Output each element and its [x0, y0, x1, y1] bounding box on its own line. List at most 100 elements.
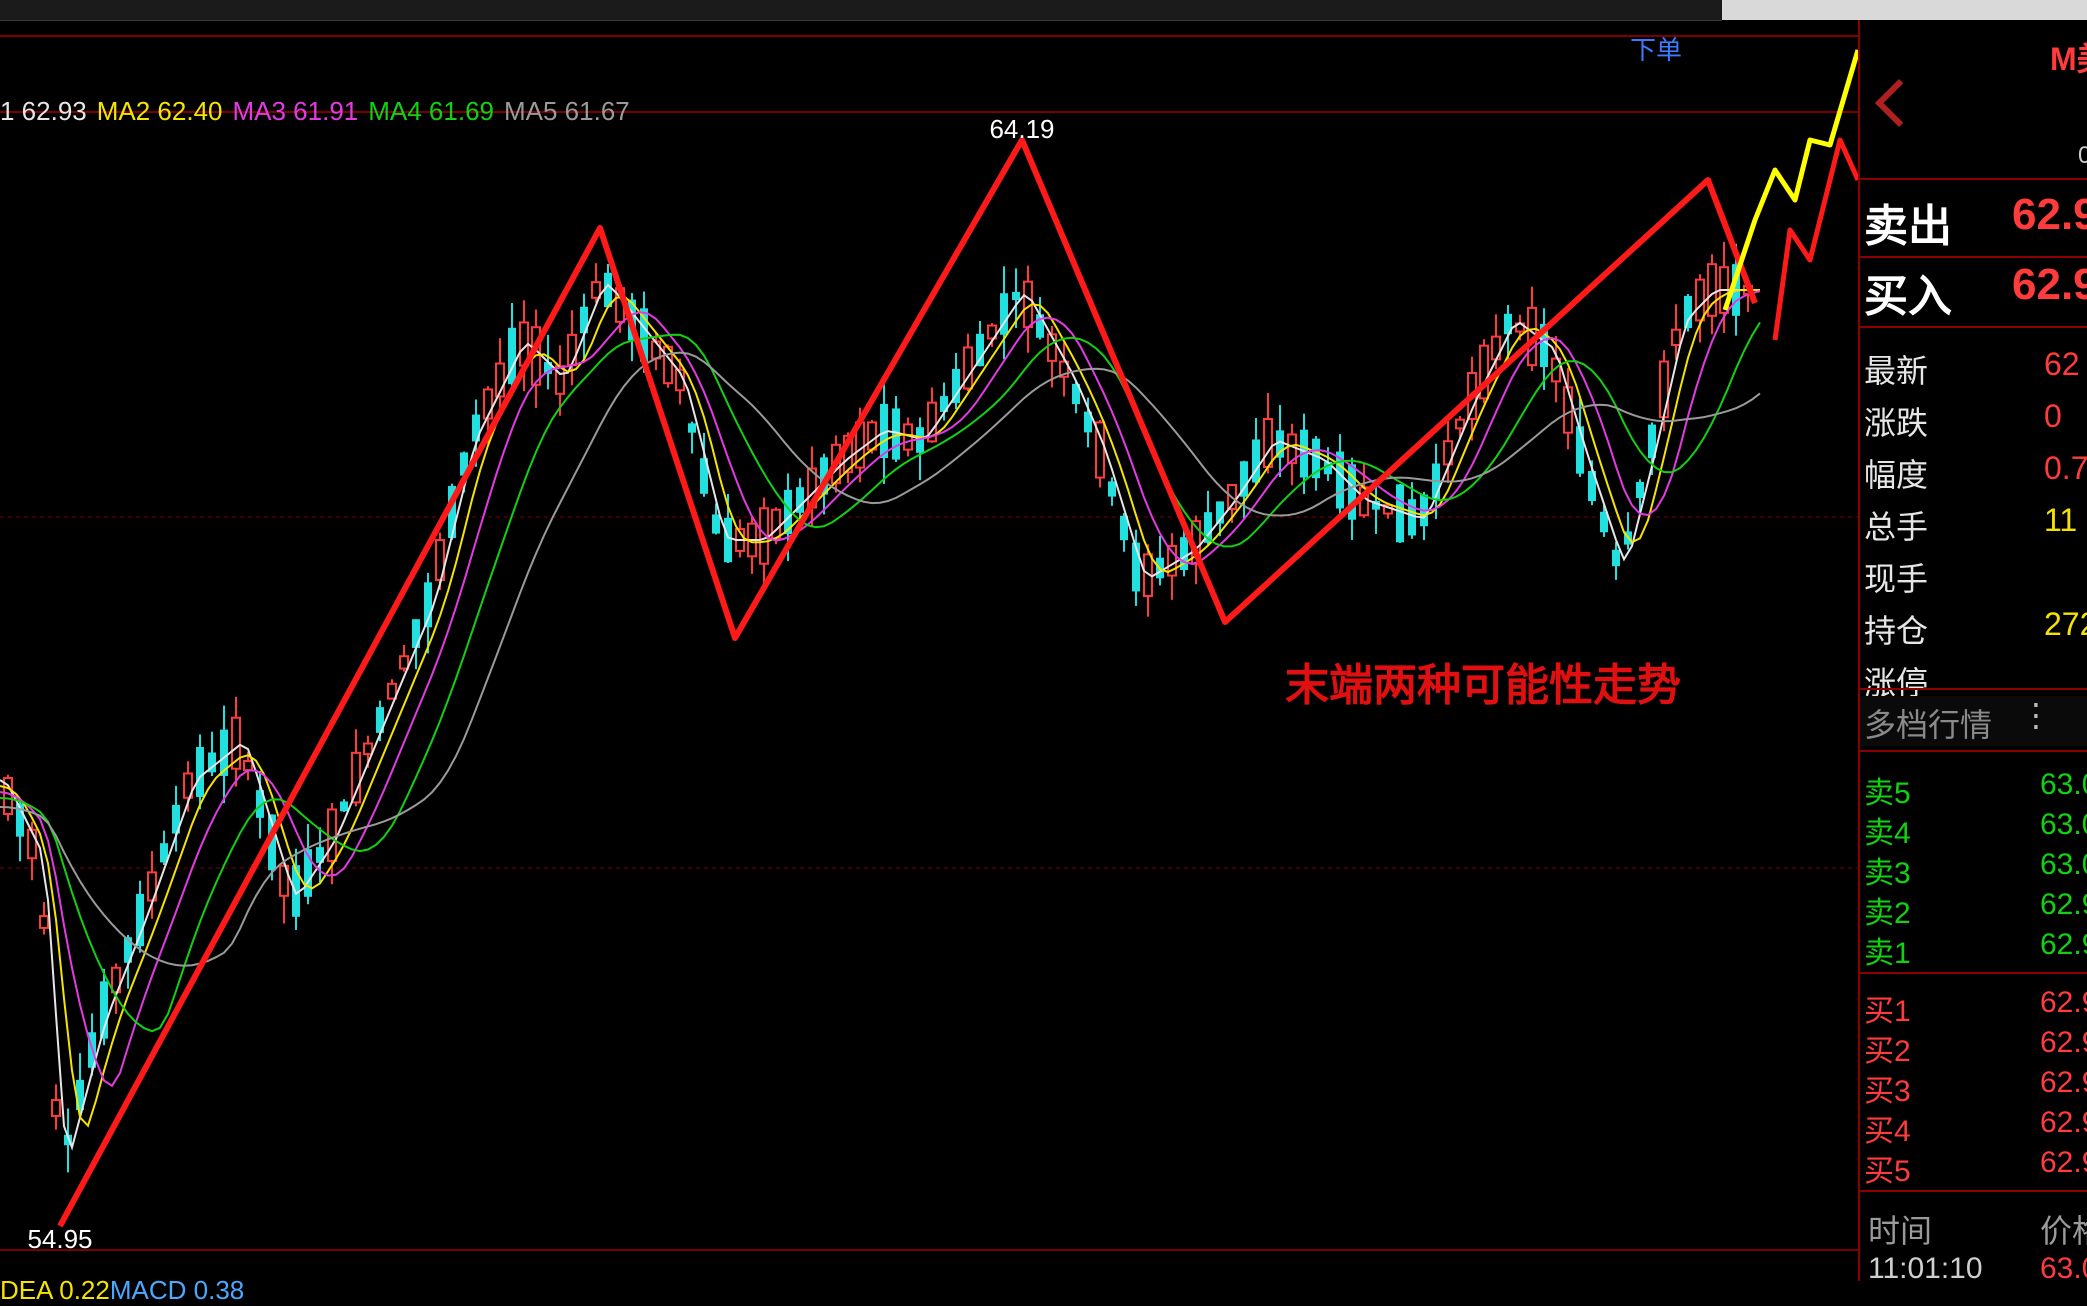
trend-drawings-group: [57, 49, 1858, 1228]
stat-label: 最新: [1864, 353, 1929, 389]
bid-label: 买1: [1864, 995, 1911, 1028]
chevron-down-icon[interactable]: ⋮: [2020, 696, 2052, 734]
candle-body: [1396, 484, 1404, 543]
chart-canvas[interactable]: 64.19 54.95 末端两种可能性走势: [0, 20, 1858, 1281]
candle-body: [712, 514, 720, 534]
ask-label: 卖5: [1864, 777, 1911, 810]
candle-body: [399, 655, 409, 670]
candle-body: [976, 333, 984, 367]
panel-divider-6: [1860, 972, 2087, 974]
bid-label: 买5: [1864, 1155, 1911, 1188]
macd-legend: DEA 0.22MACD 0.38: [0, 1275, 244, 1306]
macd-legend-item-1: MACD 0.38: [109, 1275, 245, 1305]
candle-body: [39, 915, 49, 929]
quote-panel: M美 0 卖出 62.9 买入 62.9 最新 62 涨跌 0 幅度 0.7 总手 11 现手持…: [1858, 20, 2087, 1281]
candle-body: [724, 517, 732, 563]
stat-value: 0.7: [2044, 450, 2087, 486]
stat-label: 总手: [1864, 509, 1929, 545]
candle-body: [567, 333, 577, 367]
stat-value: 11: [2044, 502, 2078, 538]
macd-legend-item-0: DEA 0.22: [0, 1275, 110, 1305]
sell-label: 卖出: [1864, 202, 1952, 251]
stat-label: 幅度: [1864, 457, 1929, 493]
annotation-text: 末端两种可能性走势: [1285, 660, 1681, 711]
candle-body: [136, 893, 144, 947]
candle-body: [51, 1099, 61, 1117]
candle-body: [1263, 418, 1273, 468]
ask-label: 卖1: [1864, 937, 1911, 970]
top-toolbar-search-area[interactable]: [1722, 0, 2087, 20]
candle-body: [351, 751, 361, 804]
panel-divider-2: [1860, 256, 2087, 258]
candle-body: [363, 742, 373, 756]
ask-price[interactable]: 63.0: [2040, 848, 2087, 882]
tick-time: 11:01:10: [1868, 1252, 1983, 1281]
back-arrow-icon[interactable]: [1874, 78, 1924, 128]
low-price-label: 54.95: [27, 1224, 92, 1254]
stat-label: 持仓: [1864, 613, 1929, 649]
bid-price[interactable]: 62.9: [2040, 1026, 2087, 1060]
panel-divider-4: [1860, 688, 2087, 690]
candle-body: [1576, 426, 1584, 474]
depth-title: 多档行情: [1864, 707, 1993, 743]
candle-body: [196, 747, 204, 797]
panel-divider-5: [1860, 750, 2087, 752]
candle-body: [1636, 481, 1644, 499]
panel-divider-7: [1860, 1190, 2087, 1192]
stat-value: 0: [2044, 398, 2062, 434]
ma-legend-item-0: 1 62.93: [0, 96, 87, 126]
ask-price[interactable]: 62.9: [2040, 888, 2087, 922]
bid-price[interactable]: 62.9: [2040, 1106, 2087, 1140]
candle-body: [867, 421, 877, 451]
candle-body: [1671, 328, 1681, 346]
candle-body: [688, 423, 696, 433]
ask-label: 卖2: [1864, 897, 1911, 930]
panel-top-sub: 0: [2078, 142, 2087, 170]
stat-value: 272: [2044, 606, 2087, 642]
bid-price[interactable]: 62.9: [2040, 1066, 2087, 1100]
candlestick-chart[interactable]: 64.19 54.95 末端两种可能性走势 1 62.93 MA2 62.40 MA…: [0, 20, 1858, 1305]
ask-label: 卖3: [1864, 857, 1911, 890]
order-link[interactable]: 下单: [1630, 30, 1682, 67]
projection-down-line: [1772, 137, 1858, 341]
ticks-price-header: 价格: [2040, 1213, 2087, 1249]
panel-symbol: M美: [2050, 41, 2087, 77]
top-toolbar: [0, 0, 1722, 21]
candle-body: [1108, 481, 1116, 497]
bid-price[interactable]: 62.9: [2040, 986, 2087, 1020]
buy-price[interactable]: 62.9: [2012, 260, 2087, 310]
ask-price[interactable]: 63.0: [2040, 768, 2087, 802]
bid-price[interactable]: 62.9: [2040, 1146, 2087, 1180]
buy-label: 买入: [1864, 272, 1952, 321]
sell-price[interactable]: 62.9: [2012, 190, 2087, 240]
ask-label: 卖4: [1864, 817, 1911, 850]
stat-label: 涨跌: [1864, 405, 1929, 441]
stat-value: 62: [2044, 346, 2080, 382]
ask-price[interactable]: 62.9: [2040, 928, 2087, 962]
candle-body: [1695, 278, 1705, 322]
ma-legend-item-4: MA5 61.67: [504, 96, 630, 126]
ma-legend-item-1: MA2 62.40: [96, 96, 223, 126]
candle-body: [1563, 386, 1573, 434]
candle-body: [1659, 360, 1669, 419]
candle-body: [771, 508, 781, 540]
panel-divider-1: [1860, 178, 2087, 180]
panel-divider-3: [1860, 326, 2087, 328]
ma-legend: 1 62.93 MA2 62.40 MA3 61.91 MA4 61.69 MA5 61…: [0, 96, 640, 127]
high-price-label: 64.19: [989, 114, 1054, 144]
bid-label: 买4: [1864, 1115, 1911, 1148]
candle-body: [327, 808, 337, 862]
stat-label: 现手: [1864, 561, 1929, 597]
ma-legend-item-3: MA4 61.69: [368, 96, 494, 126]
bid-label: 买2: [1864, 1035, 1911, 1068]
tick-price: 63.0: [2040, 1252, 2087, 1281]
ask-price[interactable]: 63.0: [2040, 808, 2087, 842]
depth-header[interactable]: 多档行情 ⋮: [1860, 696, 2087, 746]
candle-body: [1252, 439, 1260, 483]
candle-body: [1012, 291, 1020, 301]
candle-body: [1612, 549, 1620, 567]
candle-body: [243, 759, 253, 772]
bid-label: 买3: [1864, 1075, 1911, 1108]
candle-body: [340, 801, 348, 812]
ticks-time-header: 时间: [1868, 1213, 1933, 1249]
